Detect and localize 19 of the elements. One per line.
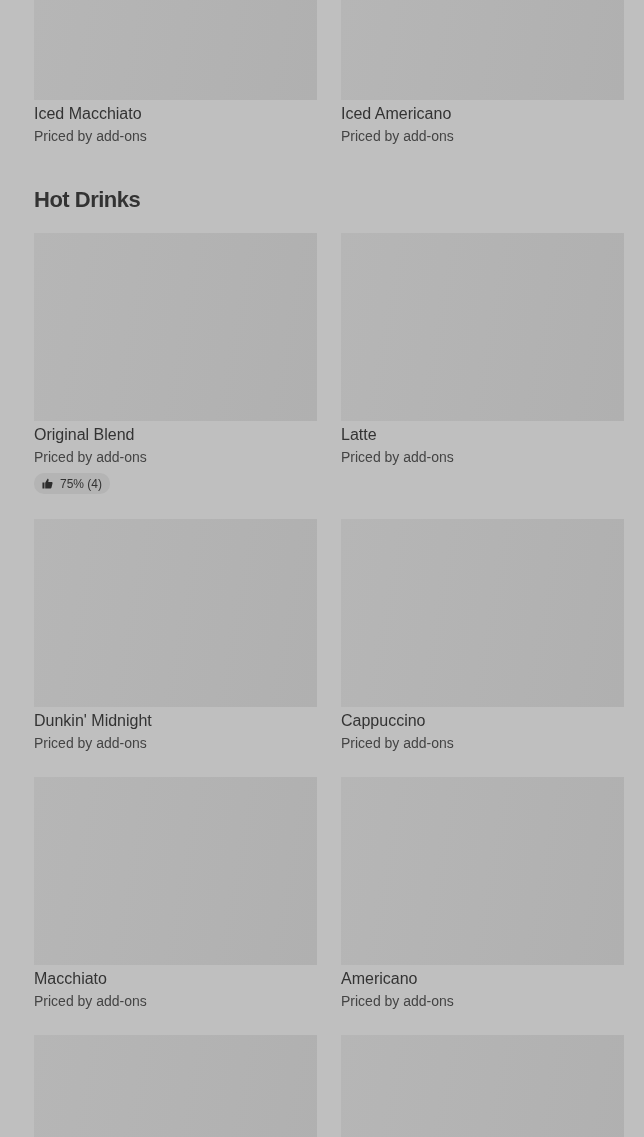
item-name[interactable]: Macchiato	[34, 969, 317, 989]
item-price: Priced by add-ons	[34, 448, 148, 466]
item-price: Priced by add-ons	[341, 127, 455, 145]
item-name[interactable]: Iced Americano	[341, 104, 624, 124]
item-price: Priced by add-ons	[34, 734, 148, 752]
item-name[interactable]: Original Blend	[34, 425, 317, 445]
thumbs-up-icon	[42, 478, 53, 489]
item-name[interactable]: Dunkin' Midnight	[34, 711, 317, 731]
item-name[interactable]: Cappuccino	[341, 711, 624, 731]
item-price: Priced by add-ons	[34, 992, 148, 1010]
item-price: Priced by add-ons	[341, 734, 455, 752]
item-price: Priced by add-ons	[34, 127, 148, 145]
item-name[interactable]: Iced Macchiato	[34, 104, 317, 124]
item-name[interactable]: Latte	[341, 425, 624, 445]
item-price: Priced by add-ons	[341, 992, 455, 1010]
item-name[interactable]: Americano	[341, 969, 624, 989]
rating-text: 75% (4)	[60, 476, 103, 491]
item-price: Priced by add-ons	[341, 448, 455, 466]
section-heading: Hot Drinks	[34, 186, 142, 214]
